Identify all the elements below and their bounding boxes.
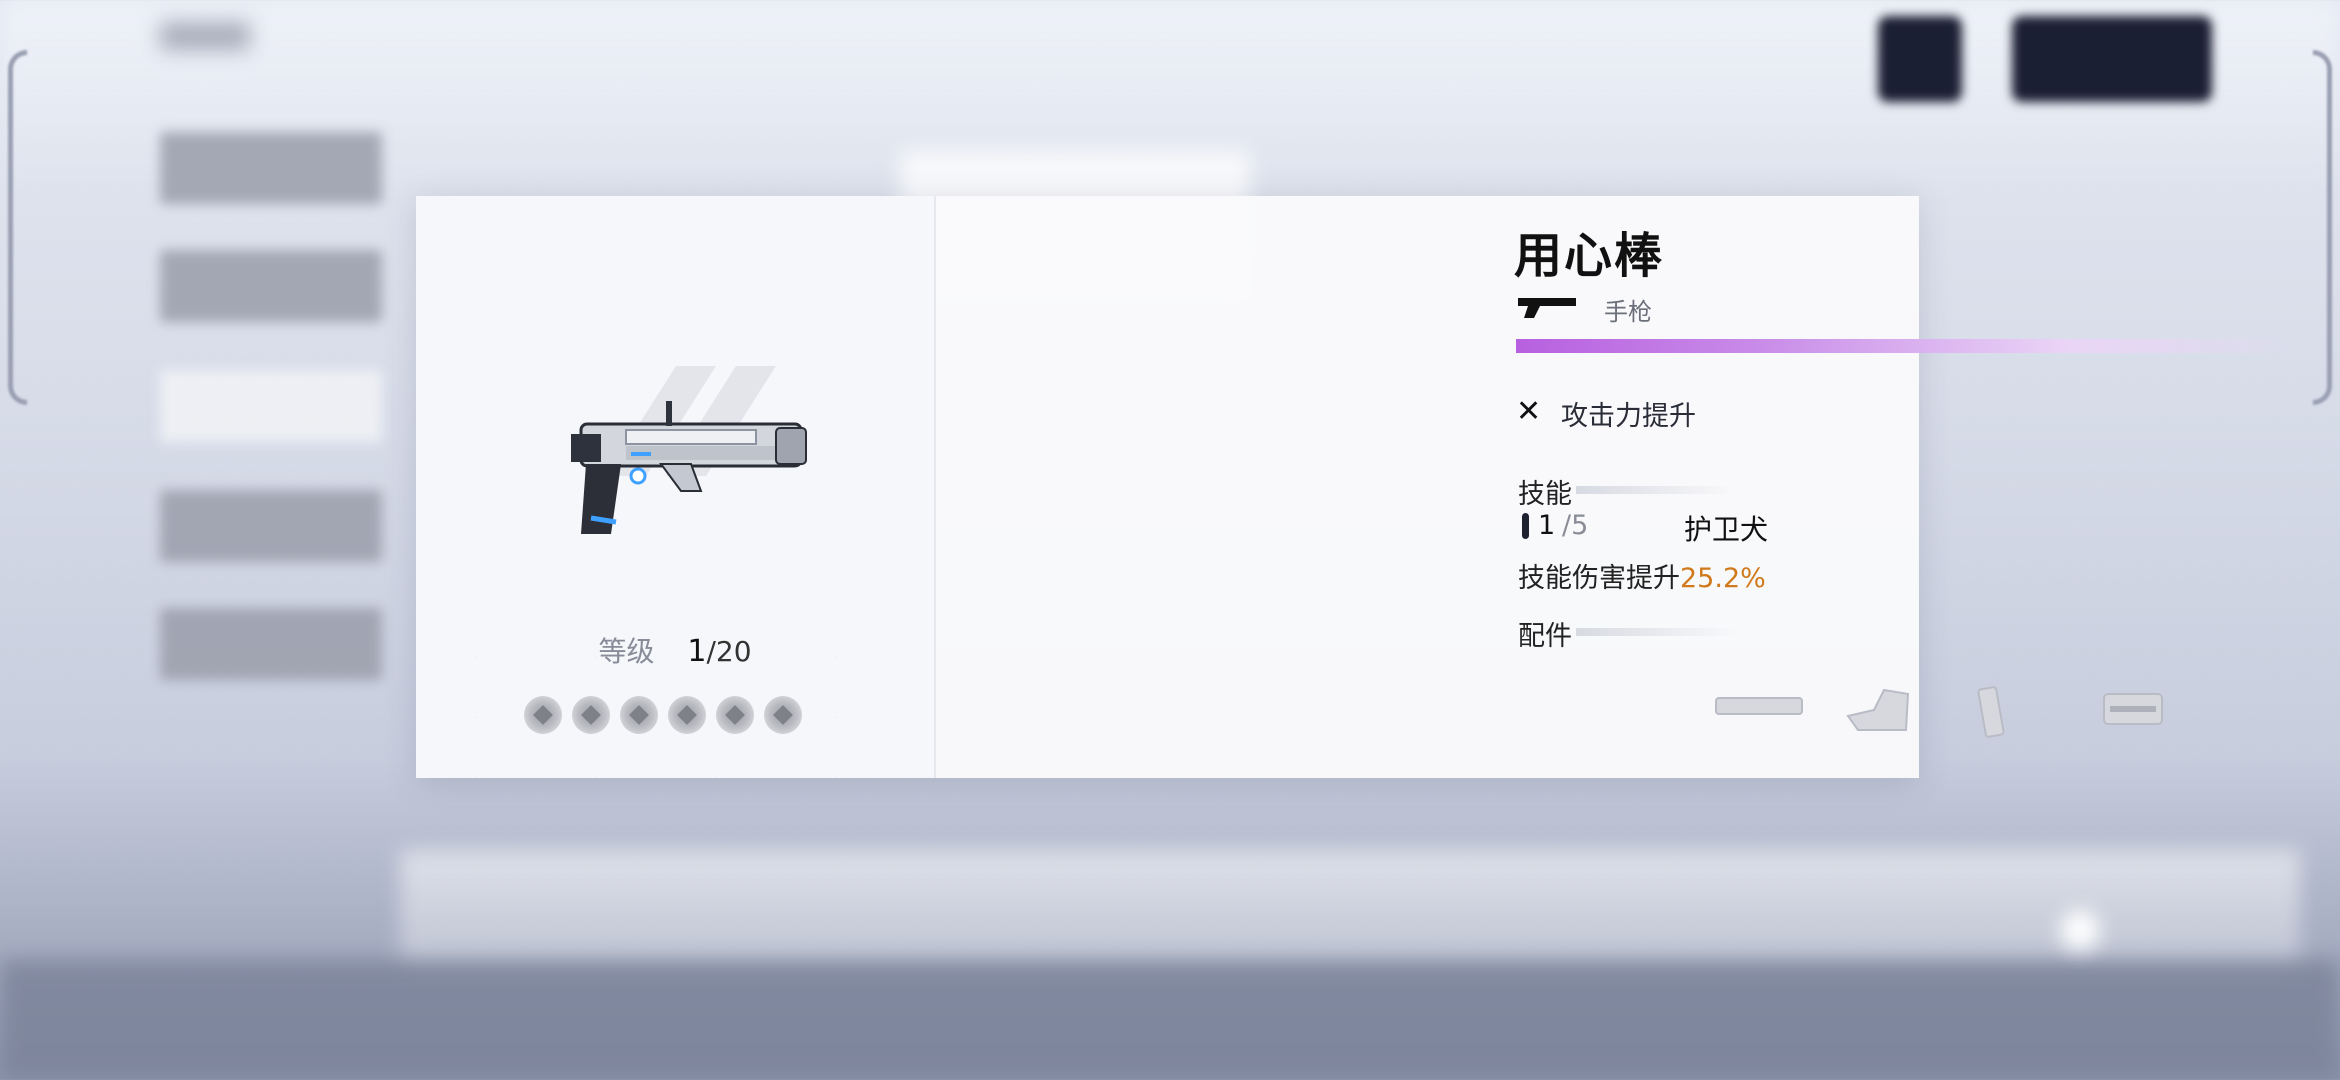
background-bottom-shade (0, 960, 2340, 1080)
skill-description: 技能伤害提升25.2% (1518, 556, 1766, 595)
parts-section-title: 配件 (1518, 621, 1572, 652)
pistol-icon (1518, 298, 1576, 318)
background-sparkle (2060, 910, 2100, 950)
stock-icon[interactable] (1844, 686, 1914, 736)
level-current: 1 (687, 634, 707, 669)
top-icon-button[interactable] (1878, 16, 1962, 102)
rank-star-icon (572, 696, 610, 734)
barrel-icon[interactable] (1714, 686, 1804, 726)
crossed-swords-icon: ✕ (1516, 394, 1542, 429)
nav-button-2[interactable] (160, 250, 382, 322)
rarity-bar (1516, 339, 2306, 353)
skill-level-pip-icon (1522, 513, 1529, 539)
star-rank-row (524, 696, 802, 734)
rank-star-icon (668, 696, 706, 734)
level-row: 等级 1/20 (416, 630, 934, 670)
weapon-info: 用心棒 手枪 ✕ 攻击力提升 8% 技能 1 /5 护卫犬 技能伤害提升25.2… (934, 196, 2306, 778)
left-edge-frame (8, 50, 27, 405)
right-edge-frame (2313, 50, 2332, 405)
stat-row: ✕ 攻击力提升 8% (1516, 390, 2340, 432)
skill-desc-prefix: 技能伤害提升 (1518, 563, 1680, 594)
nav-button-1[interactable] (160, 132, 382, 204)
weapon-image (571, 366, 807, 534)
skill-row: 1 /5 护卫犬 (1522, 508, 1922, 546)
level-label: 等级 (598, 635, 655, 668)
weapon-type-label: 手枪 (1604, 298, 1652, 326)
rank-star-icon (524, 696, 562, 734)
skill-section-title: 技能 (1518, 479, 1572, 510)
rank-star-icon (764, 696, 802, 734)
nav-button-5[interactable] (160, 608, 382, 680)
rank-star-icon (620, 696, 658, 734)
diamond-pattern (416, 598, 934, 778)
section-divider (1576, 486, 1736, 494)
level-max: /20 (706, 635, 752, 668)
weapon-preview: 等级 1/20 (416, 196, 934, 778)
rank-star-icon (716, 696, 754, 734)
skill-level-current: 1 (1538, 510, 1556, 541)
skill-desc-value: 25.2% (1680, 563, 1766, 594)
sight-icon[interactable] (2100, 686, 2166, 734)
skill-level-max: /5 (1562, 510, 1589, 541)
top-action-button[interactable] (2012, 16, 2212, 102)
weapon-name: 用心棒 (1514, 228, 1665, 284)
section-divider (1576, 628, 1736, 636)
nav-button-4[interactable] (160, 490, 382, 562)
background-header-text (160, 22, 250, 50)
skill-name: 护卫犬 (1684, 513, 1769, 546)
nav-button-3[interactable] (160, 370, 382, 442)
background-floor (400, 850, 2300, 970)
stat-name: 攻击力提升 (1561, 401, 1696, 432)
weapon-detail-panel: 等级 1/20 用心棒 手枪 ✕ 攻击力提升 8% 技能 1 /5 (416, 196, 2306, 778)
magazine-icon[interactable] (1974, 686, 2014, 740)
